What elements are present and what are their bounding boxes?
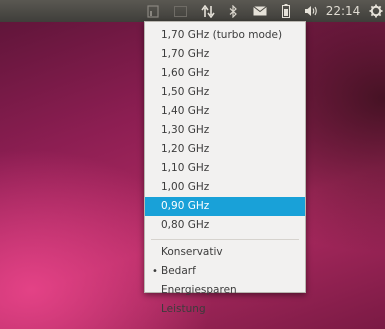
gear-glyph [369, 4, 383, 18]
active-bullet-icon: • [152, 266, 158, 277]
keyboard-icon[interactable] [170, 0, 190, 22]
menu-item-governor-energiesparen[interactable]: Energiesparen [145, 281, 305, 300]
settings-gear-icon[interactable] [367, 0, 385, 22]
cpufreq-icon[interactable] [143, 0, 163, 22]
network-transfer-icon[interactable] [198, 0, 218, 22]
top-panel: 22:14 [0, 0, 385, 22]
menu-item-freq-1-50[interactable]: 1,50 GHz [145, 83, 305, 102]
menu-item-governor-konservativ[interactable]: Konservativ [145, 243, 305, 262]
envelope-glyph [253, 6, 267, 16]
speaker-glyph [305, 6, 317, 16]
battery-icon[interactable] [277, 0, 295, 22]
menu-item-freq-0-80[interactable]: 0,80 GHz [145, 216, 305, 235]
menu-item-governor-bedarf[interactable]: • Bedarf [145, 262, 305, 281]
cpufreq-dropdown-menu: 1,70 GHz (turbo mode) 1,70 GHz 1,60 GHz … [144, 21, 306, 315]
menu-item-freq-1-40[interactable]: 1,40 GHz [145, 102, 305, 121]
battery-glyph [282, 4, 290, 18]
menu-item-freq-1-00[interactable]: 1,00 GHz [145, 178, 305, 197]
keyboard-icon-glyph [173, 5, 187, 17]
menu-item-freq-turbo[interactable]: 1,70 GHz (turbo mode) [145, 26, 305, 45]
clock[interactable]: 22:14 [325, 0, 361, 22]
mail-icon[interactable] [249, 0, 271, 22]
volume-icon[interactable] [302, 0, 320, 22]
menu-item-freq-1-20[interactable]: 1,20 GHz [145, 140, 305, 159]
menu-item-freq-0-90[interactable]: 0,90 GHz [145, 197, 305, 216]
network-arrows-glyph [201, 4, 215, 18]
bluetooth-glyph [229, 4, 237, 18]
menu-item-governor-leistung[interactable]: Leistung [145, 300, 305, 319]
menu-item-governor-bedarf-label: Bedarf [161, 265, 196, 277]
bluetooth-icon[interactable] [223, 0, 243, 22]
menu-item-freq-1-70[interactable]: 1,70 GHz [145, 45, 305, 64]
cpufreq-icon-glyph [147, 4, 159, 18]
menu-item-freq-1-10[interactable]: 1,10 GHz [145, 159, 305, 178]
menu-item-freq-1-60[interactable]: 1,60 GHz [145, 64, 305, 83]
menu-item-freq-1-30[interactable]: 1,30 GHz [145, 121, 305, 140]
menu-separator [151, 239, 299, 240]
